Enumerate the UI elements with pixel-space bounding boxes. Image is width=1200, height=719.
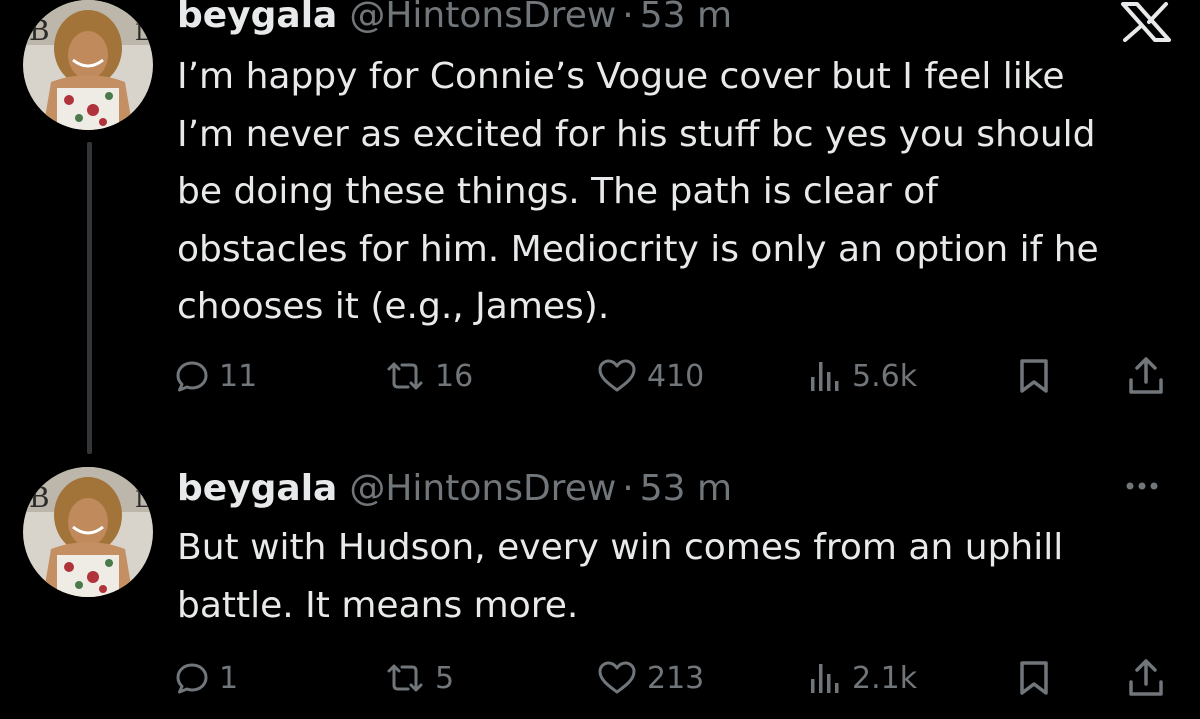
svg-text:L: L xyxy=(135,488,150,513)
tweet-text: I’m happy for Connie’s Vogue cover but I… xyxy=(177,56,1099,327)
reply-button[interactable]: 1 xyxy=(175,656,238,700)
like-button[interactable]: 410 xyxy=(597,354,704,398)
like-count: 213 xyxy=(647,660,705,696)
bookmark-button[interactable] xyxy=(1017,354,1051,398)
repost-icon xyxy=(387,362,423,390)
tweet[interactable]: B L beygala @HintonsDrew · 53 m I’m happ… xyxy=(0,0,1200,454)
reply-count: 11 xyxy=(219,358,258,394)
tweet-header: beygala @HintonsDrew · 53 m xyxy=(177,0,732,45)
tweet-text: But with Hudson, every win comes from an… xyxy=(177,527,1064,626)
display-name[interactable]: beygala xyxy=(177,0,337,37)
reply-count: 1 xyxy=(219,660,239,696)
reply-button[interactable]: 11 xyxy=(175,354,257,398)
like-button[interactable]: 213 xyxy=(597,656,704,700)
share-button[interactable] xyxy=(1127,354,1165,398)
share-icon xyxy=(1129,659,1163,696)
bookmark-icon xyxy=(1020,359,1048,393)
views-icon xyxy=(811,362,839,391)
action-bar: 1 5 213 2.1k xyxy=(175,656,1175,700)
reply-icon xyxy=(176,361,208,392)
like-count: 410 xyxy=(647,358,705,394)
repost-count: 16 xyxy=(435,358,474,394)
bookmark-icon xyxy=(1020,661,1048,695)
share-button[interactable] xyxy=(1127,656,1165,700)
repost-button[interactable]: 5 xyxy=(385,656,454,700)
avatar-image: B L xyxy=(23,467,153,597)
views-count: 5.6k xyxy=(852,358,918,394)
separator-dot: · xyxy=(622,468,634,509)
handle[interactable]: @HintonsDrew xyxy=(349,468,616,510)
like-icon xyxy=(598,661,636,694)
repost-count: 5 xyxy=(435,660,455,696)
avatar[interactable]: B L xyxy=(23,467,153,597)
svg-text:B: B xyxy=(29,14,50,47)
reply-icon xyxy=(176,663,208,694)
action-bar: 11 16 410 5.6k xyxy=(175,354,1175,398)
bookmark-button[interactable] xyxy=(1017,656,1051,700)
avatar[interactable]: B L xyxy=(23,0,153,130)
thread-line xyxy=(87,142,92,454)
more-button[interactable] xyxy=(1110,476,1170,496)
repost-button[interactable]: 16 xyxy=(385,354,473,398)
share-icon xyxy=(1129,357,1163,394)
display-name[interactable]: beygala xyxy=(177,468,337,510)
more-icon xyxy=(1126,482,1158,490)
timestamp[interactable]: 53 m xyxy=(640,0,732,37)
views-icon xyxy=(811,664,839,693)
svg-text:B: B xyxy=(29,481,50,514)
views-count: 2.1k xyxy=(852,660,918,696)
views-button[interactable]: 2.1k xyxy=(808,656,917,700)
handle[interactable]: @HintonsDrew xyxy=(349,0,616,37)
timestamp[interactable]: 53 m xyxy=(640,468,732,510)
views-button[interactable]: 5.6k xyxy=(808,354,917,398)
repost-icon xyxy=(387,664,423,692)
separator-dot: · xyxy=(622,0,634,36)
x-logo-icon xyxy=(1115,2,1175,42)
svg-text:L: L xyxy=(135,21,150,46)
like-icon xyxy=(598,359,636,392)
avatar-image: B L xyxy=(23,0,153,130)
tweet-header: beygala @HintonsDrew · 53 m xyxy=(177,468,732,518)
